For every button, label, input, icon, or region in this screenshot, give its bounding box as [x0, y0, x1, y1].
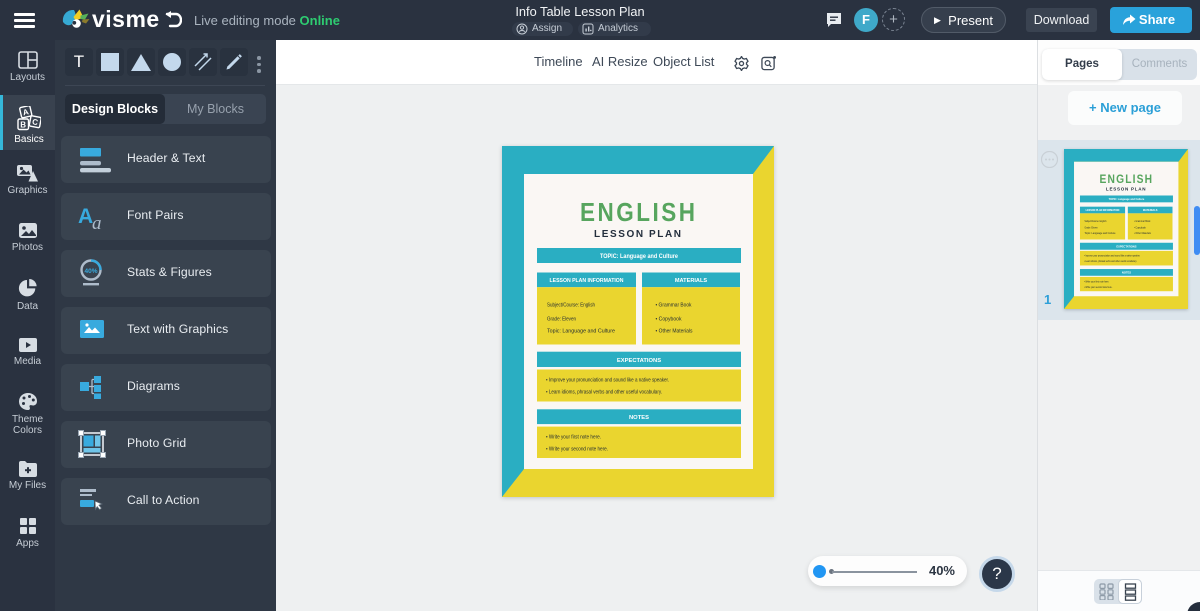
svg-text:40%: 40%	[84, 268, 97, 275]
svg-text:a: a	[92, 213, 102, 232]
svg-text:B: B	[20, 120, 26, 129]
svg-text:C: C	[31, 117, 39, 127]
svg-text:A: A	[22, 107, 30, 117]
svg-text:A: A	[78, 205, 93, 228]
